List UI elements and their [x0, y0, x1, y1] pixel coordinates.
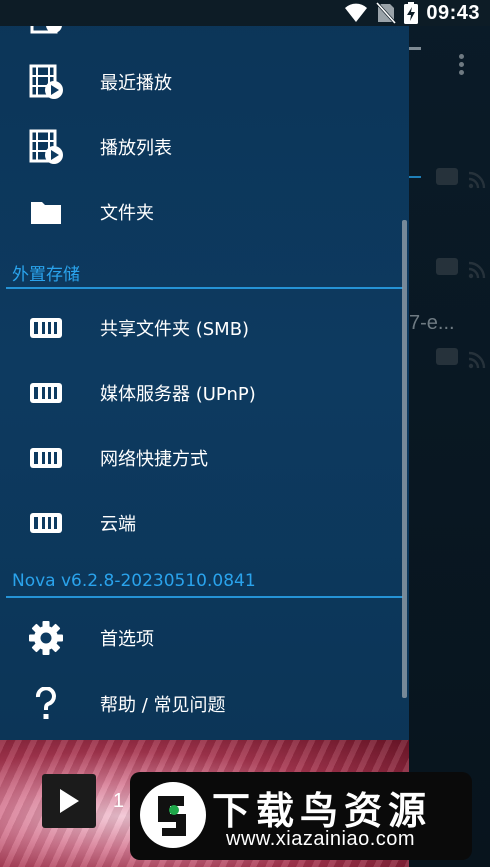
no-sim-icon: [376, 2, 397, 24]
menu-item-folder[interactable]: 文件夹: [0, 182, 400, 242]
overflow-menu-icon[interactable]: [456, 54, 466, 76]
toolbar-fragment: [409, 47, 421, 50]
menu-item-recent[interactable]: 最近播放: [0, 52, 400, 112]
watermark: 下载鸟资源 www.xiazainiao.com: [130, 772, 472, 860]
version-header: Nova v6.2.8-20230510.0841: [12, 571, 256, 591]
section-header-external-storage: 外置存储: [12, 265, 80, 285]
rss-icon: [468, 171, 486, 189]
status-bar: 09:43: [0, 0, 490, 26]
section-divider: [6, 287, 403, 289]
menu-item-cloud[interactable]: 云端: [0, 493, 400, 553]
watermark-url: www.xiazainiao.com: [226, 828, 416, 850]
clock: 09:43: [426, 1, 480, 24]
recent-video-icon: [28, 64, 64, 100]
question-mark-icon: [28, 686, 64, 722]
subtitle-icon: [436, 348, 458, 365]
wifi-icon: [345, 3, 368, 22]
storage-server-icon: [28, 375, 64, 411]
subtitle-icon: [436, 168, 458, 185]
play-button[interactable]: [42, 774, 96, 828]
menu-item-preferences[interactable]: 首选项: [0, 608, 400, 668]
rss-icon: [468, 351, 486, 369]
watermark-title: 下载鸟资源: [212, 789, 433, 833]
navigation-drawer: 最近播放 播放列表 文件夹 外置存储 共享文件夹 (SMB) 媒体服务器 (UP…: [0, 0, 409, 742]
menu-label: 网络快捷方式: [100, 449, 208, 470]
background-list-text: 7-e...: [409, 312, 455, 334]
player-title: 1: [113, 790, 125, 812]
menu-label: 共享文件夹 (SMB): [100, 319, 250, 340]
subtitle-icon: [436, 258, 458, 275]
menu-label: 帮助 / 常见问题: [100, 695, 226, 716]
menu-label: 首选项: [100, 629, 154, 650]
menu-item-help[interactable]: 帮助 / 常见问题: [0, 674, 400, 734]
tab-indicator: [409, 176, 421, 178]
rss-icon: [468, 261, 486, 279]
folder-icon: [28, 194, 64, 230]
battery-charging-icon: [404, 2, 419, 24]
menu-label: 文件夹: [100, 203, 154, 224]
storage-server-icon: [28, 505, 64, 541]
menu-item-upnp[interactable]: 媒体服务器 (UPnP): [0, 363, 400, 423]
playlist-video-icon: [28, 129, 64, 165]
section-divider: [6, 596, 403, 598]
menu-item-smb[interactable]: 共享文件夹 (SMB): [0, 298, 400, 358]
menu-label: 播放列表: [100, 138, 172, 159]
menu-label: 云端: [100, 514, 136, 535]
bird-logo-icon: [140, 782, 206, 848]
menu-item-network-shortcut[interactable]: 网络快捷方式: [0, 428, 400, 488]
storage-server-icon: [28, 310, 64, 346]
menu-label: 媒体服务器 (UPnP): [100, 384, 256, 405]
drawer-scrollbar[interactable]: [402, 220, 407, 698]
storage-server-icon: [28, 440, 64, 476]
menu-label: 最近播放: [100, 73, 172, 94]
play-icon: [60, 789, 79, 813]
menu-item-playlist[interactable]: 播放列表: [0, 117, 400, 177]
gear-icon: [28, 620, 64, 656]
